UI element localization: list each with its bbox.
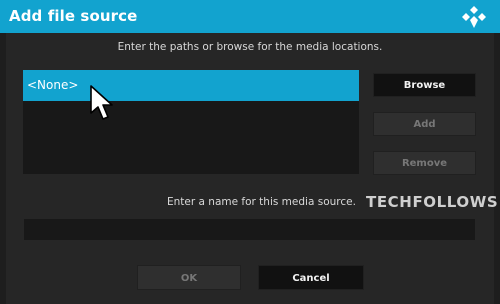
dialog-title: Add file source: [9, 7, 138, 25]
paths-instruction: Enter the paths or browse for the media …: [117, 41, 383, 53]
kodi-logo-icon: [462, 6, 486, 28]
watermark-logo: TECHFOLLOWS: [366, 193, 499, 211]
source-name-input[interactable]: [24, 219, 475, 240]
cancel-button[interactable]: Cancel: [258, 265, 364, 290]
dialog-title-bar: Add file source: [0, 0, 500, 33]
list-item-label: <None>: [27, 78, 79, 92]
mouse-pointer-icon: [90, 85, 113, 120]
name-instruction: Enter a name for this media source.: [167, 196, 356, 208]
browse-button[interactable]: Browse: [373, 73, 476, 97]
add-button[interactable]: Add: [373, 112, 476, 136]
remove-button[interactable]: Remove: [373, 151, 476, 175]
ok-button[interactable]: OK: [137, 265, 241, 290]
paths-list[interactable]: <None>: [23, 70, 359, 174]
list-item[interactable]: <None>: [23, 70, 359, 101]
